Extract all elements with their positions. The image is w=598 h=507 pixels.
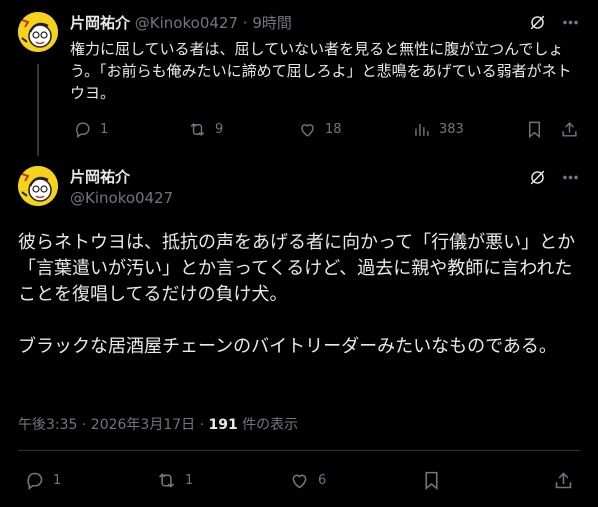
- grok-icon: [530, 170, 545, 185]
- avatar-illustration: [18, 166, 58, 206]
- header-separator: ·: [242, 14, 248, 32]
- repost-icon: [158, 473, 175, 488]
- repost-button[interactable]: 9: [188, 120, 223, 139]
- reply-icon: [76, 122, 90, 139]
- more-icon: [563, 175, 578, 180]
- repost-count: 9: [215, 122, 224, 137]
- post-meta: 午後3:35 · 2026年3月17日 · 191 件の表示: [18, 414, 298, 434]
- like-count: 18: [325, 122, 342, 137]
- avatar[interactable]: [18, 166, 58, 206]
- repost-button[interactable]: 1: [156, 470, 193, 491]
- more-options-button[interactable]: [561, 13, 580, 32]
- reply-icon: [27, 472, 43, 490]
- author-name[interactable]: 片岡祐介: [70, 166, 130, 187]
- share-icon: [555, 472, 572, 489]
- post-text: 彼らネトウヨは、抵抗の声をあげる者に向かって「行儀が悪い」とか「言葉遣いが汚い」…: [18, 232, 576, 357]
- view-label: 件の表示: [237, 417, 299, 433]
- view-count: 383: [439, 122, 464, 137]
- heart-icon: [292, 474, 307, 489]
- bookmark-icon: [425, 471, 438, 491]
- like-count: 6: [318, 473, 327, 488]
- post-timestamp[interactable]: 午後3:35 · 2026年3月17日 ·: [18, 417, 209, 433]
- avatar-illustration: [18, 12, 58, 52]
- reply-count: 1: [53, 473, 62, 488]
- share-button[interactable]: [560, 120, 579, 139]
- divider: [18, 450, 580, 451]
- bookmark-button[interactable]: [525, 120, 544, 139]
- post-time[interactable]: 9時間: [252, 14, 292, 32]
- share-icon: [562, 122, 577, 137]
- author-name[interactable]: 片岡祐介: [70, 14, 130, 32]
- grok-icon: [530, 15, 545, 30]
- like-button[interactable]: 6: [289, 470, 326, 491]
- view-count: 191: [208, 417, 238, 433]
- views-button[interactable]: 383: [412, 120, 464, 139]
- grok-button[interactable]: [528, 168, 547, 187]
- post-text: 権力に屈している者は、屈していない者を見ると無性に腹が立つんでしょう。「お前らも…: [70, 40, 572, 102]
- repost-count: 1: [185, 473, 194, 488]
- repost-icon: [190, 122, 205, 137]
- post-header: 片岡祐介 @Kinoko0427 · 9時間: [70, 12, 292, 33]
- grok-button[interactable]: [528, 13, 547, 32]
- like-button[interactable]: 18: [298, 120, 342, 139]
- share-button[interactable]: [553, 470, 574, 491]
- reply-count: 1: [100, 122, 109, 137]
- author-handle[interactable]: @Kinoko0427: [70, 189, 173, 207]
- avatar[interactable]: [18, 12, 58, 52]
- bookmark-icon: [529, 121, 540, 139]
- reply-button[interactable]: 1: [24, 470, 61, 491]
- more-icon: [563, 20, 578, 25]
- author-handle[interactable]: @Kinoko0427: [135, 14, 238, 32]
- analytics-icon: [415, 123, 429, 136]
- heart-icon: [301, 124, 314, 137]
- reply-button[interactable]: 1: [73, 120, 108, 139]
- more-options-button[interactable]: [561, 168, 580, 187]
- thread-connector-line: [37, 64, 39, 156]
- bookmark-button[interactable]: [421, 470, 442, 491]
